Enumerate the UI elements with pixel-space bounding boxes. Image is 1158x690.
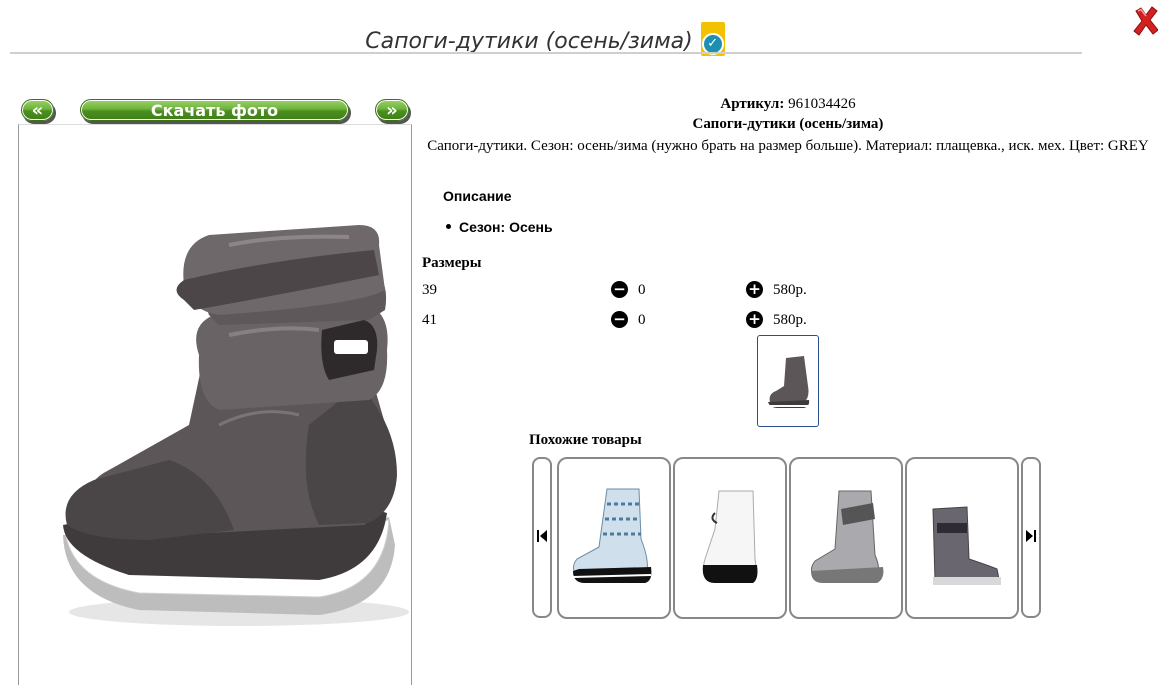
- close-icon[interactable]: [1133, 6, 1158, 36]
- similar-prev-button[interactable]: [532, 457, 552, 618]
- next-photo-button[interactable]: »: [375, 99, 409, 121]
- price-value: 580р.: [773, 282, 807, 298]
- main-photo-frame: [18, 124, 412, 685]
- product-description: Сапоги-дутики. Сезон: осень/зима (нужно …: [427, 138, 1149, 154]
- skip-forward-icon: [1026, 530, 1036, 542]
- header-divider: [10, 52, 1082, 54]
- similar-item[interactable]: [673, 457, 787, 619]
- article-line: Артикул: 961034426: [418, 96, 1158, 113]
- description-heading: Описание: [443, 188, 512, 204]
- download-photo-button[interactable]: Скачать фото: [80, 99, 349, 121]
- patterned-boot-image: [572, 488, 652, 583]
- price-value: 580р.: [773, 312, 807, 328]
- sizes-heading: Размеры: [422, 255, 482, 271]
- increase-quantity-icon[interactable]: +: [746, 281, 763, 298]
- grey-boot-image: [932, 506, 1001, 585]
- size-row: 41 − 0 + 580р.: [422, 311, 842, 334]
- article-label: Артикул:: [720, 96, 785, 112]
- product-name: Сапоги-дутики (осень/зима): [692, 116, 884, 132]
- similar-next-button[interactable]: [1021, 457, 1041, 618]
- quantity-value: 0: [638, 282, 646, 298]
- prev-photo-button[interactable]: «: [21, 99, 54, 121]
- page-title-text: Сапоги-дутики (осень/зима): [365, 29, 693, 54]
- photo-thumbnail[interactable]: [757, 335, 819, 427]
- size-value: 39: [422, 282, 437, 298]
- skip-back-icon: [537, 530, 547, 542]
- similar-item[interactable]: [905, 457, 1019, 619]
- decrease-quantity-icon[interactable]: −: [611, 281, 628, 298]
- quantity-value: 0: [638, 312, 646, 328]
- verified-badge-icon: ✓: [700, 22, 725, 56]
- similar-item[interactable]: [789, 457, 903, 619]
- thumbnail-boot-image: [768, 356, 810, 408]
- article-value: 961034426: [788, 96, 856, 112]
- detail-list-item: Сезон: Осень: [446, 219, 553, 235]
- bullet-icon: [446, 224, 451, 229]
- white-boot-image: [702, 490, 758, 583]
- increase-quantity-icon[interactable]: +: [746, 311, 763, 328]
- size-row: 39 − 0 + 580р.: [422, 281, 842, 304]
- similar-heading: Похожие товары: [529, 432, 642, 448]
- main-product-image[interactable]: [19, 125, 411, 685]
- page-title: Сапоги-дутики (осень/зима) ✓: [0, 22, 1090, 56]
- detail-text: Сезон: Осень: [459, 219, 553, 235]
- silver-boot-image: [811, 490, 884, 583]
- size-value: 41: [422, 312, 437, 328]
- similar-item[interactable]: [557, 457, 671, 619]
- decrease-quantity-icon[interactable]: −: [611, 311, 628, 328]
